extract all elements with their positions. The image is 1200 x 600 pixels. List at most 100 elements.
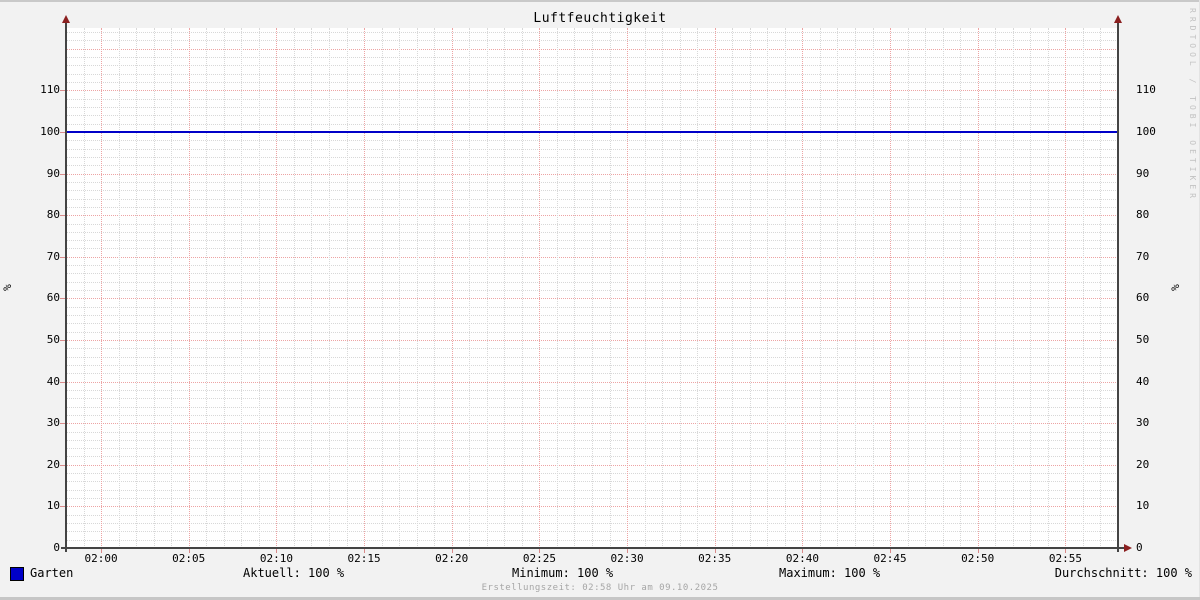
gridline-v-minor — [136, 28, 138, 548]
y-axis-tick — [60, 256, 65, 258]
x-axis-tick — [1065, 549, 1067, 553]
gridline-v-minor — [206, 28, 208, 548]
y-axis-label-right: 50 — [1136, 333, 1150, 346]
creation-time-note: Erstellungszeit: 02:58 Uhr am 09.10.2025 — [481, 583, 719, 593]
x-axis-tick — [890, 549, 892, 553]
x-axis-label: 02:35 — [698, 552, 732, 565]
y-axis-left-line — [65, 20, 67, 552]
gridline-v-minor — [1047, 28, 1049, 548]
x-axis-label: 02:40 — [785, 552, 819, 565]
x-axis-tick — [714, 549, 716, 553]
y-axis-label-left: 100 — [40, 125, 60, 138]
gridline-v-minor — [346, 28, 348, 548]
x-axis-label: 02:50 — [961, 552, 995, 565]
stat-maximum: Maximum: 100 % — [779, 566, 881, 580]
gridline-v-minor — [995, 28, 997, 548]
y-axis-label-right: 70 — [1136, 249, 1150, 263]
gridline-v-minor — [592, 28, 593, 548]
y-axis-label-left: 30 — [46, 416, 60, 430]
chart-title: Luftfeuchtigkeit — [533, 11, 667, 26]
y-axis-tick — [60, 506, 65, 508]
gridline-v-minor — [416, 28, 418, 548]
gridline-v-minor — [679, 28, 681, 548]
x-axis-tick — [451, 549, 453, 553]
gridline-v-major — [627, 28, 629, 548]
x-axis-label: 02:25 — [522, 552, 556, 565]
x-axis-line — [61, 547, 1124, 549]
gridline-v-minor — [697, 28, 699, 548]
gridline-v-minor — [749, 28, 751, 548]
window-top-edge — [0, 0, 1200, 2]
gridline-v-minor — [1012, 28, 1014, 548]
y-axis-label-left: 90 — [46, 166, 60, 180]
gridline-v-minor — [872, 28, 874, 548]
gridline-v-minor — [83, 28, 85, 548]
x-axis-tick — [364, 549, 366, 553]
y-axis-label-right: 110 — [1136, 83, 1156, 97]
y-axis-label-left: 20 — [46, 457, 60, 471]
gridline-v-minor — [644, 28, 646, 548]
gridline-v-major — [188, 28, 190, 548]
gridline-v-minor — [329, 28, 330, 548]
gridline-v-minor — [293, 28, 295, 548]
x-axis-tick — [276, 549, 278, 553]
gridline-v-minor — [819, 28, 821, 548]
gridline-v-minor — [784, 28, 786, 548]
y-axis-left-arrow-icon — [61, 15, 70, 23]
y-axis-unit-left: % — [0, 284, 14, 291]
legend-swatch-garten — [10, 567, 24, 581]
y-axis-label-left: 110 — [40, 83, 60, 97]
gridline-v-minor — [907, 28, 909, 548]
plot-area — [66, 28, 1118, 548]
rrdtool-watermark: RRDTOOL / TOBI OETIKER — [1188, 8, 1197, 202]
y-axis-label-left: 80 — [46, 208, 60, 222]
y-axis-label-left: 40 — [46, 374, 60, 388]
gridline-v-major — [714, 28, 716, 548]
x-axis-tick — [188, 549, 190, 553]
series-line-garten — [66, 131, 1118, 133]
gridline-v-minor — [767, 28, 769, 548]
gridline-v-minor — [486, 28, 488, 548]
y-axis-tick — [60, 464, 65, 466]
gridline-v-minor — [399, 28, 401, 548]
x-axis-tick — [802, 549, 804, 553]
y-axis-label-right: 60 — [1136, 291, 1150, 305]
y-axis-tick — [60, 423, 65, 425]
gridline-v-minor — [1030, 28, 1032, 548]
x-axis-tick — [977, 549, 979, 553]
gridline-v-minor — [925, 28, 927, 548]
y-axis-label-right: 0 — [1136, 541, 1143, 554]
x-axis-label: 02:00 — [84, 552, 118, 565]
gridline-v-major — [977, 28, 979, 548]
y-axis-unit-right: % — [1168, 284, 1182, 291]
gridline-v-minor — [521, 28, 523, 548]
gridline-v-minor — [118, 28, 120, 548]
gridline-v-minor — [504, 28, 506, 548]
y-axis-label-left: 10 — [46, 499, 60, 513]
x-axis-label: 02:30 — [610, 552, 644, 565]
gridline-v-major — [802, 28, 804, 548]
gridline-v-major — [276, 28, 278, 548]
legend-series-label: Garten — [30, 566, 74, 580]
y-axis-label-right: 90 — [1136, 166, 1150, 180]
x-axis-tick — [539, 549, 541, 553]
gridline-v-major — [364, 28, 366, 548]
gridline-v-minor — [855, 28, 856, 548]
y-axis-tick — [60, 132, 65, 133]
x-axis-label: 02:20 — [435, 552, 469, 565]
y-axis-label-right: 30 — [1136, 416, 1150, 430]
stat-durchschnitt: Durchschnitt: 100 % — [1054, 566, 1192, 580]
gridline-v-major — [1065, 28, 1067, 548]
x-axis-tick — [627, 549, 629, 553]
gridline-v-minor — [960, 28, 962, 548]
gridline-v-major — [539, 28, 541, 548]
y-axis-label-right: 40 — [1136, 374, 1150, 388]
gridline-v-minor — [837, 28, 839, 548]
x-axis-label: 02:10 — [259, 552, 293, 565]
y-axis-label-left: 60 — [46, 291, 60, 305]
x-axis-arrow-icon — [1124, 543, 1132, 552]
x-axis-label: 02:05 — [172, 552, 206, 565]
y-axis-label-left: 0 — [53, 541, 60, 554]
legend-row: Garten Aktuell: 100 % Minimum: 100 % Max… — [0, 565, 1200, 583]
y-axis-right-line — [1117, 20, 1119, 552]
